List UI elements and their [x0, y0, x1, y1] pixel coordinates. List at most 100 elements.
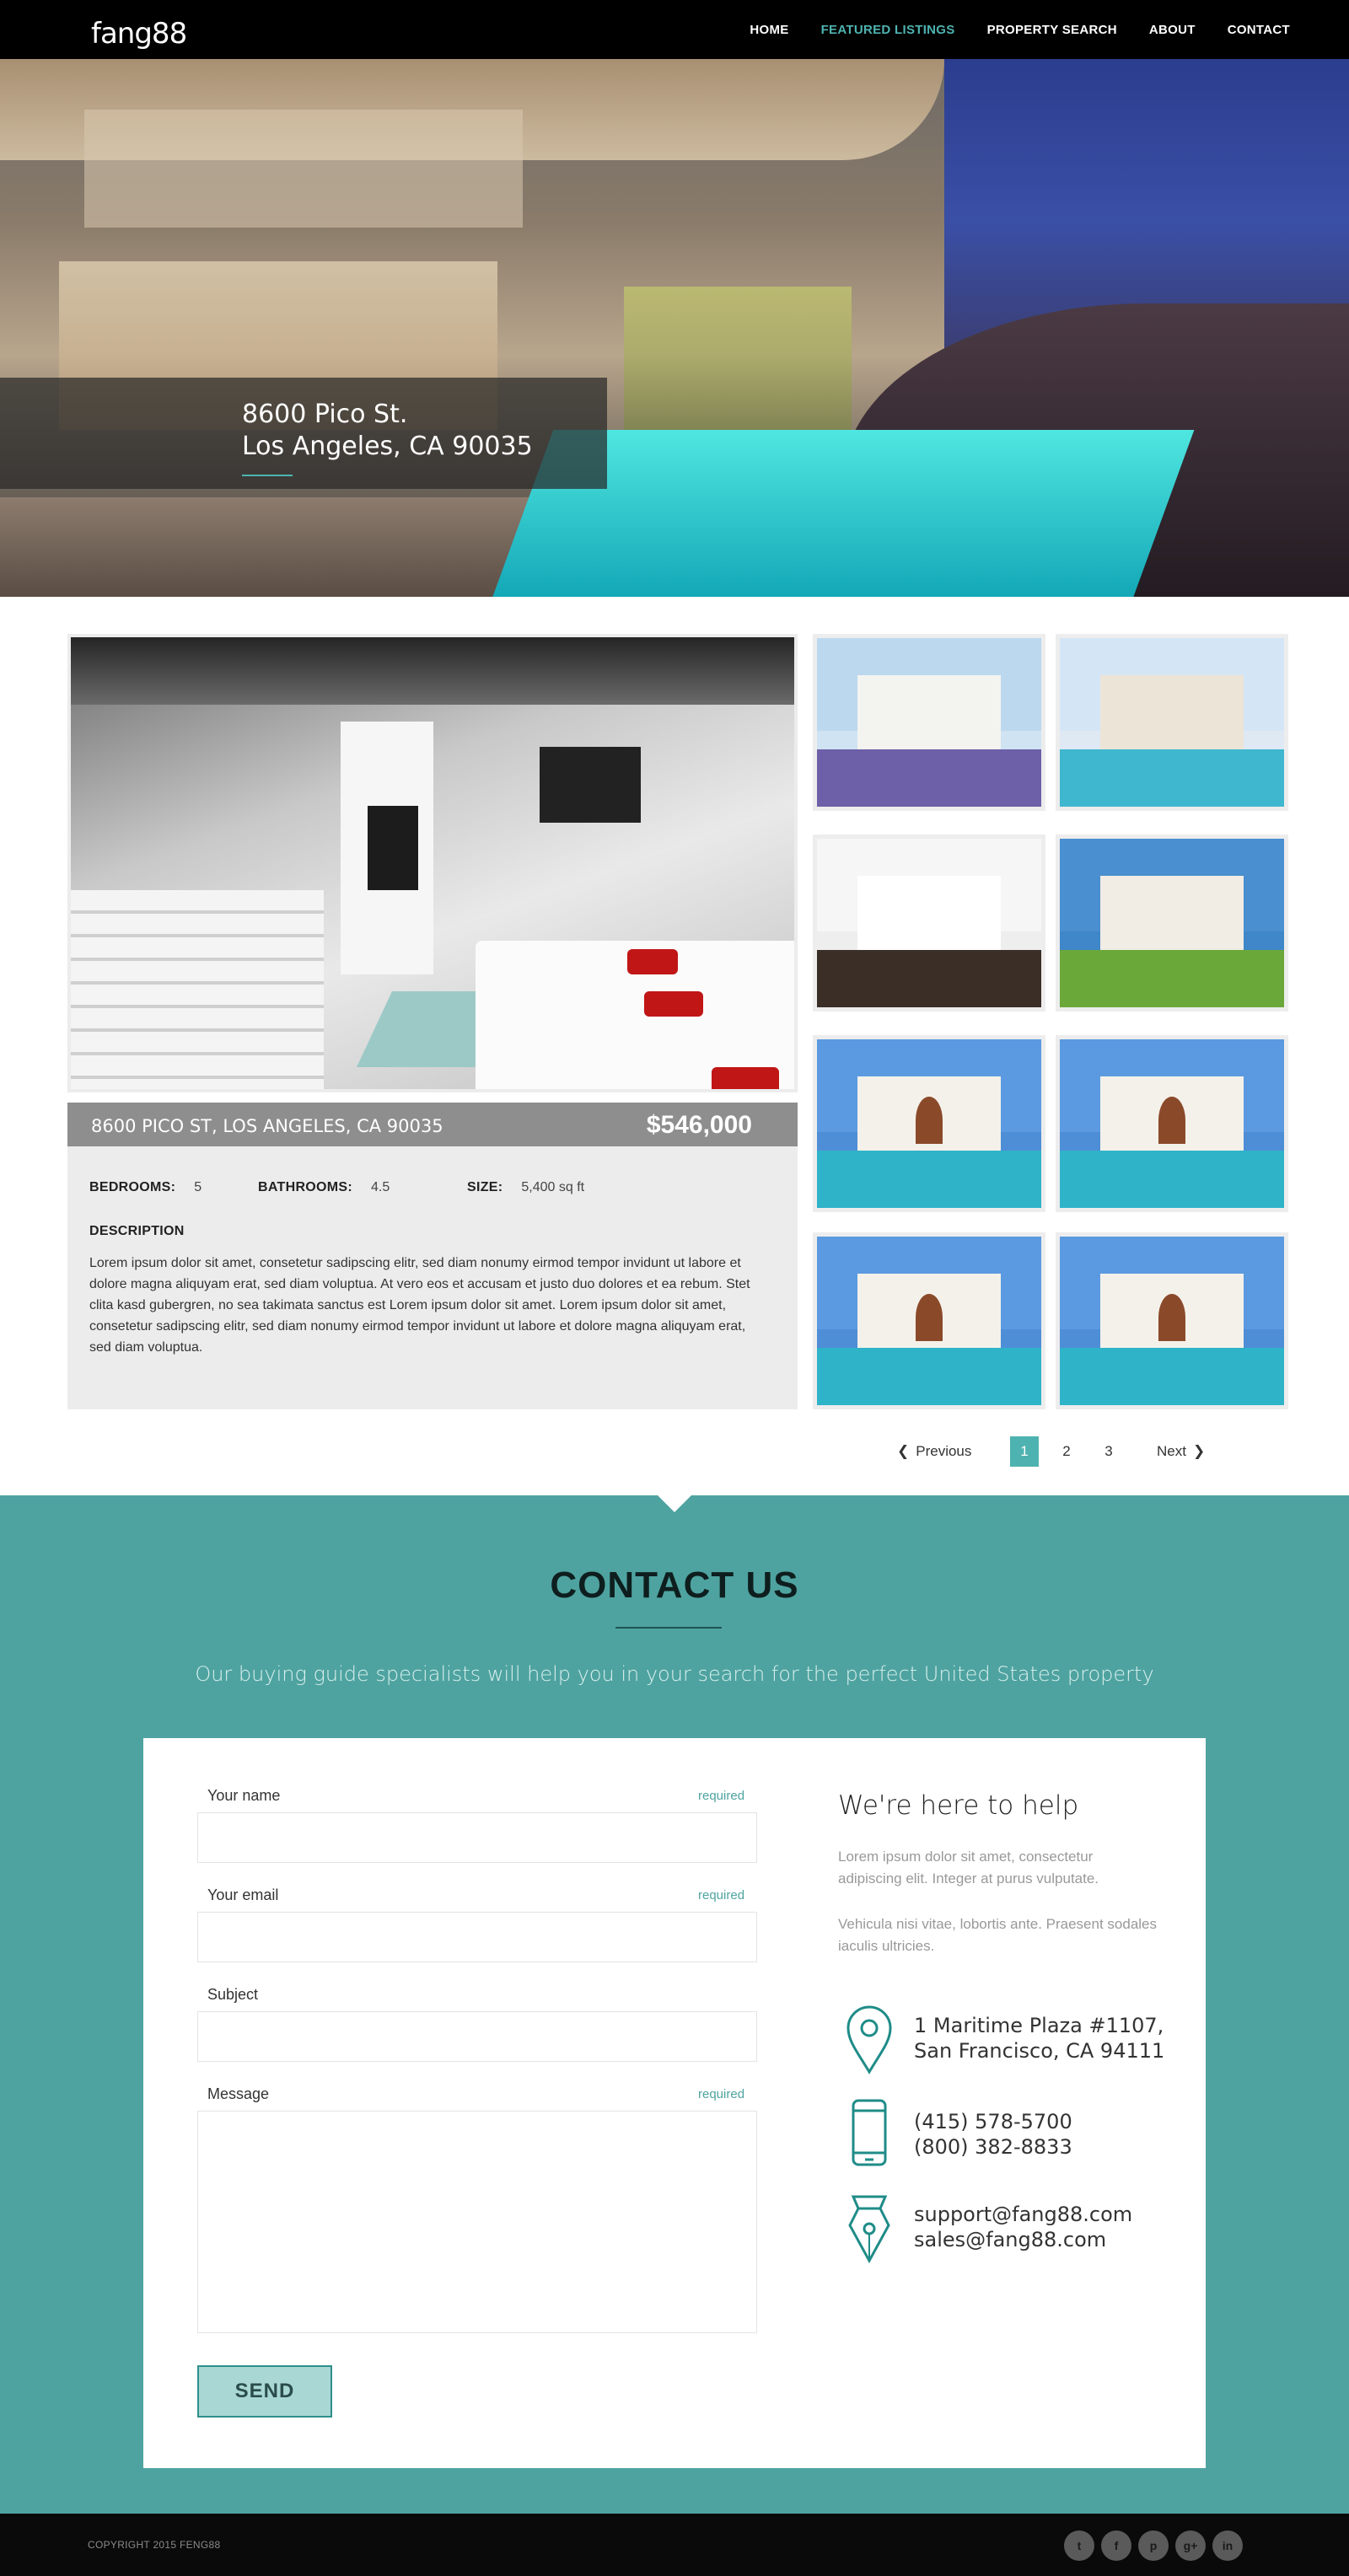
- spec-bathrooms: BATHROOMS: 4.5: [258, 1180, 390, 1195]
- nav-home[interactable]: HOME: [750, 23, 788, 37]
- message-label: Message: [207, 2085, 270, 2102]
- subject-field[interactable]: [197, 2011, 757, 2062]
- logo-text: fang88: [91, 17, 187, 51]
- photo-cushion: [712, 1067, 779, 1089]
- subject-label: Subject: [207, 1986, 259, 2003]
- name-required: required: [698, 1789, 745, 1803]
- thumb-arch: [916, 1294, 943, 1341]
- help-title: We're here to help: [838, 1790, 1079, 1821]
- description-heading: DESCRIPTION: [89, 1224, 185, 1238]
- main-menu: HOME FEATURED LISTINGS PROPERTY SEARCH A…: [750, 0, 1290, 59]
- location-pin-icon: [846, 2005, 892, 2074]
- nav-contact[interactable]: CONTACT: [1228, 23, 1290, 37]
- thumb-arch: [1158, 1097, 1185, 1144]
- facebook-icon[interactable]: f: [1101, 2530, 1131, 2561]
- photo-cushion: [644, 991, 703, 1017]
- help-paragraph-2: Vehicula nisi vitae, lobortis ante. Prae…: [838, 1916, 1158, 1954]
- thumb-ground: [817, 749, 1041, 807]
- name-field[interactable]: [197, 1812, 757, 1863]
- description-text: Lorem ipsum dolor sit amet, consetetur s…: [89, 1256, 750, 1355]
- thumb-arch: [1158, 1294, 1185, 1341]
- contact-title: CONTACT US: [550, 1564, 799, 1606]
- thumb-arch: [916, 1097, 943, 1144]
- listing-details: BEDROOMS: 5 BATHROOMS: 4.5 SIZE: 5,400 sq f…: [67, 1146, 798, 1409]
- thumbnail-1[interactable]: [813, 634, 1045, 811]
- linkedin-icon[interactable]: in: [1212, 2530, 1243, 2561]
- page-2[interactable]: 2: [1052, 1436, 1081, 1467]
- chevron-right-icon: ❯: [1192, 1443, 1206, 1459]
- chevron-left-icon: ❮: [897, 1443, 910, 1459]
- message-field[interactable]: [197, 2111, 757, 2333]
- bedrooms-value: 5: [194, 1180, 202, 1194]
- thumbnail-6[interactable]: [1056, 1035, 1288, 1212]
- phone-icon: [852, 2099, 887, 2166]
- address-line-1: 1 Maritime Plaza #1107,: [914, 2014, 1164, 2037]
- listing-title-bar: 8600 PICO ST, LOS ANGELES, CA 90035 $546…: [67, 1103, 798, 1146]
- thumbnail-5[interactable]: [813, 1035, 1045, 1212]
- bathrooms-value: 4.5: [371, 1180, 390, 1194]
- thumb-ground: [817, 1151, 1041, 1208]
- pagination-previous[interactable]: ❮ Previous: [897, 1436, 971, 1467]
- thumbnail-8[interactable]: [1056, 1232, 1288, 1409]
- top-navbar: fang88 HOME FEATURED LISTINGS PROPERTY S…: [0, 0, 1349, 59]
- thumbnail-7[interactable]: [813, 1232, 1045, 1409]
- photo-tv: [368, 806, 418, 890]
- size-value: 5,400 sq ft: [521, 1180, 585, 1194]
- thumbnail-2[interactable]: [1056, 634, 1288, 811]
- listing-price: $546,000: [646, 1111, 752, 1139]
- phone-2[interactable]: (800) 382-8833: [914, 2134, 1072, 2160]
- previous-label: Previous: [916, 1443, 972, 1459]
- thumbnail-4[interactable]: [1056, 835, 1288, 1012]
- pen-nib-icon: [848, 2195, 890, 2264]
- thumb-ground: [817, 1348, 1041, 1405]
- photo-cushion: [627, 949, 678, 974]
- main-listing-photo[interactable]: [67, 634, 798, 1092]
- google-plus-icon[interactable]: g+: [1175, 2530, 1206, 2561]
- section-pointer: [656, 1494, 693, 1512]
- hero-upper-floor: [84, 110, 523, 228]
- footer: COPYRIGHT 2015 FENG88 t f p g+ in: [0, 2514, 1349, 2576]
- contact-title-rule: [615, 1627, 722, 1629]
- email-label: Your email: [207, 1886, 279, 1903]
- hero-address-rule: [242, 475, 293, 476]
- bathrooms-label: BATHROOMS:: [258, 1180, 353, 1194]
- nav-featured-listings[interactable]: FEATURED LISTINGS: [821, 23, 955, 37]
- email-1[interactable]: support@fang88.com: [914, 2202, 1132, 2227]
- next-label: Next: [1157, 1443, 1186, 1459]
- thumb-ground: [1060, 1151, 1284, 1208]
- thumb-ground: [817, 950, 1041, 1007]
- thumb-house: [1099, 675, 1244, 756]
- hero-image: [0, 59, 1349, 597]
- name-label: Your name: [207, 1787, 281, 1804]
- pinterest-icon[interactable]: p: [1138, 2530, 1169, 2561]
- twitter-icon[interactable]: t: [1064, 2530, 1094, 2561]
- thumb-ground: [1060, 950, 1284, 1007]
- thumb-house: [1099, 876, 1244, 957]
- email-2[interactable]: sales@fang88.com: [914, 2227, 1106, 2252]
- size-label: SIZE:: [467, 1180, 503, 1194]
- photo-wall-art: [540, 747, 641, 823]
- thumb-ground: [1060, 749, 1284, 807]
- photo-ceiling: [71, 637, 794, 705]
- thumb-house: [857, 876, 1002, 957]
- help-paragraph-1: Lorem ipsum dolor sit amet, consectetur …: [838, 1849, 1099, 1886]
- thumb-house: [857, 675, 1002, 756]
- send-button[interactable]: SEND: [197, 2365, 332, 2418]
- message-required: required: [698, 2087, 745, 2101]
- listing-title: 8600 PICO ST, LOS ANGELES, CA 90035: [91, 1116, 443, 1136]
- logo[interactable]: fang88: [91, 5, 187, 54]
- hero-address-city: Los Angeles, CA 90035: [242, 432, 533, 461]
- thumbnail-3[interactable]: [813, 835, 1045, 1012]
- email-required: required: [698, 1888, 745, 1902]
- spec-bedrooms: BEDROOMS: 5: [89, 1180, 202, 1195]
- pagination-next[interactable]: Next ❯: [1157, 1436, 1205, 1467]
- copyright: COPYRIGHT 2015 FENG88: [88, 2539, 221, 2551]
- nav-property-search[interactable]: PROPERTY SEARCH: [987, 23, 1117, 37]
- nav-about[interactable]: ABOUT: [1149, 23, 1196, 37]
- hero-address-street: 8600 Pico St.: [242, 400, 408, 429]
- page-1[interactable]: 1: [1010, 1436, 1039, 1467]
- page-3[interactable]: 3: [1094, 1436, 1123, 1467]
- phone-1[interactable]: (415) 578-5700: [914, 2109, 1072, 2134]
- email-field[interactable]: [197, 1912, 757, 1962]
- thumb-ground: [1060, 1348, 1284, 1405]
